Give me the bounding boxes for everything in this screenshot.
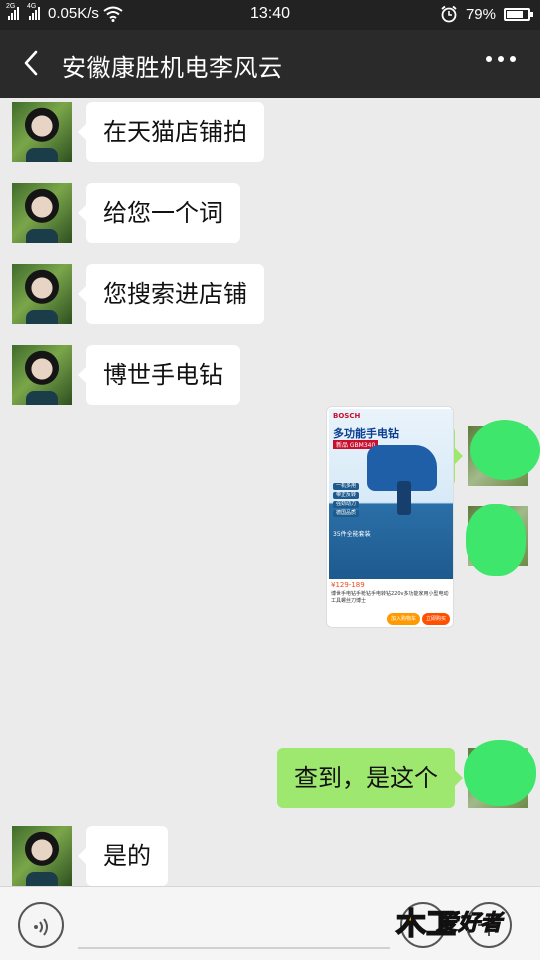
product-image: BOSCH 多功能手电钻 新品 GBM340 一机多用 带正反转 强劲动力 德国…: [329, 409, 453, 579]
alarm-icon: [441, 5, 457, 23]
back-arrow-icon[interactable]: [18, 48, 48, 78]
voice-button[interactable]: [18, 902, 64, 948]
add-to-cart-button: 加入购物车: [386, 613, 420, 625]
product-headline: 多功能手电钻: [333, 427, 399, 440]
battery-icon: [504, 7, 533, 21]
contact-avatar[interactable]: [12, 102, 72, 162]
feature-pill: 德国品质: [333, 510, 359, 517]
feature-pill: 一机多用: [333, 483, 359, 490]
chat-title: 安徽康胜机电李风云: [62, 54, 283, 82]
brand-label: BOSCH: [333, 412, 361, 420]
message-bubble-left[interactable]: 博世手电钻: [78, 345, 240, 405]
feature-pill: 带正反转: [333, 492, 359, 499]
watermark-part2: 爱好者: [435, 911, 503, 937]
voice-icon: [34, 918, 48, 936]
message-bubble-left[interactable]: 给您一个词: [78, 183, 240, 243]
battery-percent: 79%: [465, 5, 496, 23]
chat-header: 安徽康胜机电李风云: [0, 30, 540, 98]
more-icon[interactable]: [486, 56, 516, 62]
contact-avatar[interactable]: [12, 345, 72, 405]
drill-picture: [367, 445, 437, 515]
message-input[interactable]: [78, 947, 390, 949]
message-bubble-left[interactable]: 您搜索进店铺: [78, 264, 264, 324]
contact-avatar[interactable]: [12, 264, 72, 324]
product-description: 博世手电钻手枪钻手电转钻220v多功能家用小型电动工具螺丝刀博士: [331, 591, 449, 604]
avatar-mask: [466, 504, 526, 576]
product-buttons: 加入购物车 立即购买: [327, 613, 453, 625]
image-message[interactable]: BOSCH 多功能手电钻 新品 GBM340 一机多用 带正反转 强劲动力 德国…: [326, 406, 454, 628]
buy-now-button: 立即购买: [421, 613, 450, 625]
avatar-mask: [464, 740, 536, 806]
status-right: 79%: [440, 5, 533, 23]
watermark-logo: 木工 爱好者: [395, 893, 524, 943]
message-bubble-left[interactable]: 在天猫店铺拍: [78, 102, 264, 162]
message-bubble-right[interactable]: 查到，是这个: [277, 748, 463, 808]
contact-avatar[interactable]: [12, 183, 72, 243]
product-price: ¥129-189: [331, 581, 365, 589]
message-bubble-left[interactable]: 是的: [78, 826, 168, 886]
feature-pill: 强劲动力: [333, 501, 359, 508]
contact-avatar[interactable]: [12, 826, 72, 886]
status-bar: 2G 4G 0.05K/s 13:40 79%: [0, 0, 540, 30]
kit-label: 35件全能套装: [333, 531, 371, 538]
message-list[interactable]: 在天猫店铺拍 给您一个词 您搜索进店铺 博世手电钻 好的 BOSCH 多功能手电…: [0, 98, 540, 886]
avatar-mask: [470, 420, 540, 480]
